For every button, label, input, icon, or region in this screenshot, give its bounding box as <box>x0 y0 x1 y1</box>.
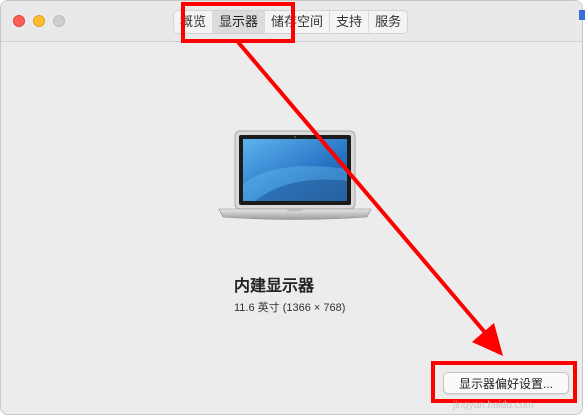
edge-indicator <box>579 10 585 20</box>
display-spec: 11.6 英寸 (1366 × 768) <box>234 302 346 314</box>
minimize-button[interactable] <box>33 15 45 27</box>
tab-service[interactable]: 服务 <box>369 11 407 33</box>
display-name: 内建显示器 <box>234 278 315 295</box>
tab-displays[interactable]: 显示器 <box>213 11 266 33</box>
display-preferences-button[interactable]: 显示器偏好设置... <box>443 372 569 394</box>
title-bar: 概览 显示器 储存空间 支持 服务 <box>1 1 582 42</box>
watermark: jingyan.baidu.com <box>453 400 534 411</box>
laptop-icon <box>218 130 372 220</box>
close-button[interactable] <box>13 15 25 27</box>
system-info-window: 概览 显示器 储存空间 支持 服务 内建显示器 11.6 英寸 (1366 × … <box>0 0 583 415</box>
tab-support[interactable]: 支持 <box>330 11 370 33</box>
zoom-button[interactable] <box>53 15 65 27</box>
tab-bar: 概览 显示器 储存空间 支持 服务 <box>173 10 409 34</box>
tab-overview[interactable]: 概览 <box>174 11 214 33</box>
tab-storage[interactable]: 储存空间 <box>265 11 331 33</box>
